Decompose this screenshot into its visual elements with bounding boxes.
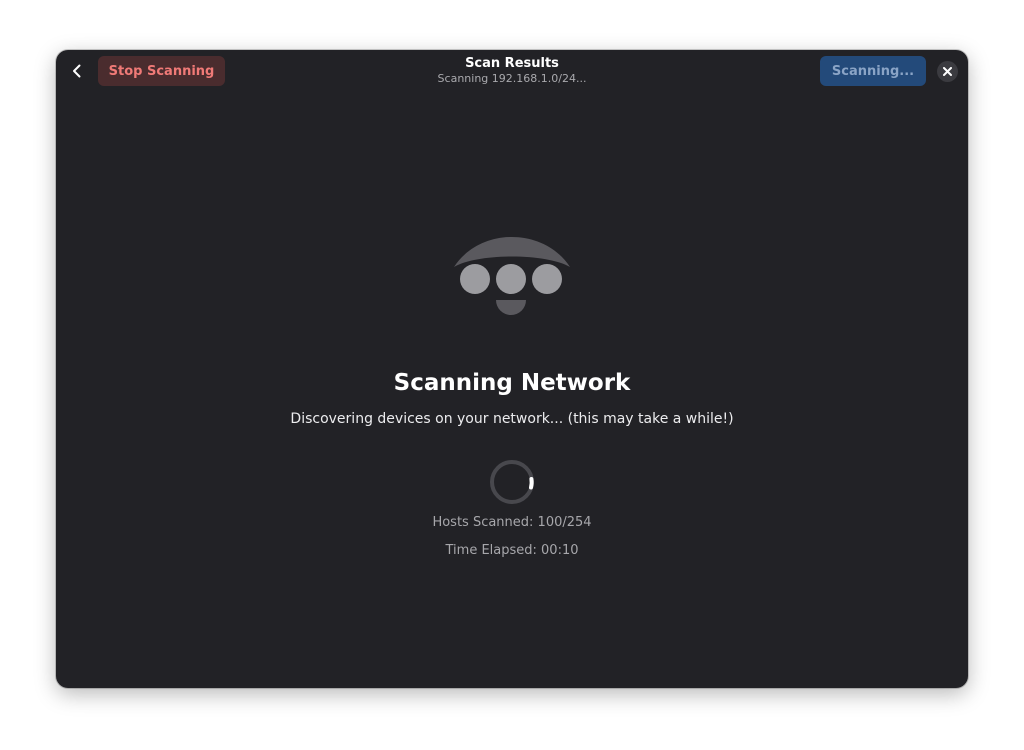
hosts-scanned-text: Hosts Scanned: 100/254 [432, 515, 592, 530]
scan-results-window: Stop Scanning Scan Results Scanning 192.… [56, 50, 968, 688]
back-button[interactable] [66, 58, 88, 84]
chevron-left-icon [73, 64, 81, 78]
time-elapsed-text: Time Elapsed: 00:10 [445, 543, 579, 558]
progress-spinner [490, 460, 534, 504]
stop-scanning-button[interactable]: Stop Scanning [98, 56, 225, 86]
window-title: Scan Results [465, 56, 559, 71]
page-description: Discovering devices on your network... (… [290, 411, 734, 427]
network-scan-icon [454, 237, 570, 315]
window-title-block: Scan Results Scanning 192.168.1.0/24... [362, 56, 662, 86]
page-heading: Scanning Network [393, 370, 631, 396]
header-bar: Stop Scanning Scan Results Scanning 192.… [56, 50, 968, 94]
close-button[interactable] [937, 61, 958, 82]
scanning-button[interactable]: Scanning... [820, 56, 926, 86]
window-subtitle: Scanning 192.168.1.0/24... [437, 72, 587, 85]
close-icon [943, 67, 952, 76]
